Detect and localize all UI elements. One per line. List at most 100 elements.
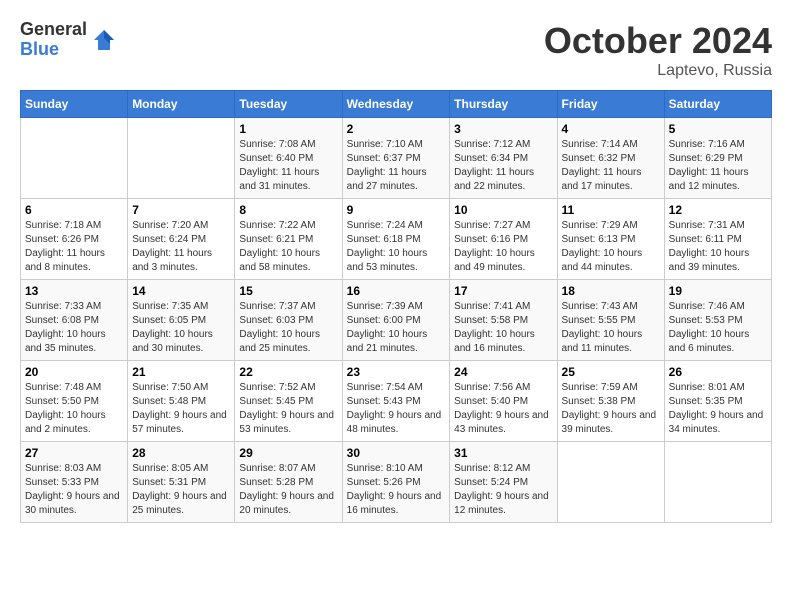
calendar-cell: 16 Sunrise: 7:39 AMSunset: 6:00 PMDayligh… (342, 280, 450, 361)
calendar-cell: 25 Sunrise: 7:59 AMSunset: 5:38 PMDayligh… (557, 361, 664, 442)
day-info: Sunrise: 7:37 AMSunset: 6:03 PMDaylight:… (239, 300, 337, 356)
day-number: 15 (239, 284, 337, 298)
day-number: 30 (347, 446, 446, 460)
calendar-week-row: 20Sunrise: 7:48 AMSunset: 5:50 PMDayligh… (21, 361, 772, 442)
day-info: Sunrise: 7:52 AMSunset: 5:45 PMDaylight:… (239, 381, 337, 437)
calendar-cell: 23 Sunrise: 7:54 AMSunset: 5:43 PMDayligh… (342, 361, 450, 442)
calendar-cell (557, 442, 664, 523)
calendar-week-row: 1Sunrise: 7:08 AMSunset: 6:40 PMDaylight… (21, 118, 772, 199)
logo-blue: Blue (20, 40, 87, 60)
day-number: 10 (454, 203, 552, 217)
title-block: October 2024 Laptevo, Russia (544, 20, 772, 80)
day-info: Sunrise: 7:27 AMSunset: 6:16 PMDaylight:… (454, 219, 552, 275)
day-number: 24 (454, 365, 552, 379)
day-number: 16 (347, 284, 446, 298)
day-info: Sunrise: 8:03 AMSunset: 5:33 PMDaylight:… (25, 462, 123, 518)
day-number: 9 (347, 203, 446, 217)
calendar-cell: 9 Sunrise: 7:24 AMSunset: 6:18 PMDaylight… (342, 199, 450, 280)
day-info: Sunrise: 8:05 AMSunset: 5:31 PMDaylight:… (132, 462, 230, 518)
month-title: October 2024 (544, 20, 772, 62)
calendar-cell: 18 Sunrise: 7:43 AMSunset: 5:55 PMDayligh… (557, 280, 664, 361)
day-info: Sunrise: 7:22 AMSunset: 6:21 PMDaylight:… (239, 219, 337, 275)
day-info: Sunrise: 7:46 AMSunset: 5:53 PMDaylight:… (669, 300, 767, 356)
calendar-cell: 10 Sunrise: 7:27 AMSunset: 6:16 PMDayligh… (450, 199, 557, 280)
calendar-cell: 15 Sunrise: 7:37 AMSunset: 6:03 PMDayligh… (235, 280, 342, 361)
day-info: Sunrise: 7:24 AMSunset: 6:18 PMDaylight:… (347, 219, 446, 275)
calendar-cell: 29Sunrise: 8:07 AMSunset: 5:28 PMDayligh… (235, 442, 342, 523)
day-number: 21 (132, 365, 230, 379)
day-number: 27 (25, 446, 123, 460)
day-of-week-header: Sunday (21, 91, 128, 118)
calendar-cell: 30Sunrise: 8:10 AMSunset: 5:26 PMDayligh… (342, 442, 450, 523)
calendar-cell: 13 Sunrise: 7:33 AMSunset: 6:08 PMDayligh… (21, 280, 128, 361)
day-number: 3 (454, 122, 552, 136)
calendar-cell: 3Sunrise: 7:12 AMSunset: 6:34 PMDaylight… (450, 118, 557, 199)
logo-icon (90, 26, 118, 54)
day-of-week-header: Wednesday (342, 91, 450, 118)
calendar-cell: 6 Sunrise: 7:18 AMSunset: 6:26 PMDaylight… (21, 199, 128, 280)
page-header: General Blue October 2024 Laptevo, Russi… (20, 20, 772, 80)
day-info: Sunrise: 7:43 AMSunset: 5:55 PMDaylight:… (562, 300, 660, 356)
day-number: 13 (25, 284, 123, 298)
day-number: 4 (562, 122, 660, 136)
day-info: Sunrise: 7:35 AMSunset: 6:05 PMDaylight:… (132, 300, 230, 356)
day-info: Sunrise: 7:59 AMSunset: 5:38 PMDaylight:… (562, 381, 660, 437)
logo-general: General (20, 20, 87, 40)
day-number: 26 (669, 365, 767, 379)
day-info: Sunrise: 7:20 AMSunset: 6:24 PMDaylight:… (132, 219, 230, 275)
calendar-cell: 8 Sunrise: 7:22 AMSunset: 6:21 PMDaylight… (235, 199, 342, 280)
day-number: 12 (669, 203, 767, 217)
day-info: Sunrise: 7:50 AMSunset: 5:48 PMDaylight:… (132, 381, 230, 437)
day-of-week-header: Thursday (450, 91, 557, 118)
day-info: Sunrise: 7:56 AMSunset: 5:40 PMDaylight:… (454, 381, 552, 437)
calendar-cell: 28 Sunrise: 8:05 AMSunset: 5:31 PMDayligh… (128, 442, 235, 523)
day-info: Sunrise: 7:33 AMSunset: 6:08 PMDaylight:… (25, 300, 123, 356)
day-number: 28 (132, 446, 230, 460)
calendar-header-row: SundayMondayTuesdayWednesdayThursdayFrid… (21, 91, 772, 118)
calendar-cell (664, 442, 771, 523)
day-info: Sunrise: 8:01 AMSunset: 5:35 PMDaylight:… (669, 381, 767, 437)
day-number: 22 (239, 365, 337, 379)
calendar-table: SundayMondayTuesdayWednesdayThursdayFrid… (20, 90, 772, 523)
logo: General Blue (20, 20, 118, 60)
calendar-cell: 27 Sunrise: 8:03 AMSunset: 5:33 PMDayligh… (21, 442, 128, 523)
calendar-week-row: 6 Sunrise: 7:18 AMSunset: 6:26 PMDaylight… (21, 199, 772, 280)
day-number: 18 (562, 284, 660, 298)
calendar-cell: 20Sunrise: 7:48 AMSunset: 5:50 PMDayligh… (21, 361, 128, 442)
calendar-cell: 24 Sunrise: 7:56 AMSunset: 5:40 PMDayligh… (450, 361, 557, 442)
day-number: 14 (132, 284, 230, 298)
calendar-cell: 1Sunrise: 7:08 AMSunset: 6:40 PMDaylight… (235, 118, 342, 199)
calendar-cell: 21 Sunrise: 7:50 AMSunset: 5:48 PMDayligh… (128, 361, 235, 442)
day-info: Sunrise: 7:41 AMSunset: 5:58 PMDaylight:… (454, 300, 552, 356)
day-info: Sunrise: 7:29 AMSunset: 6:13 PMDaylight:… (562, 219, 660, 275)
calendar-cell: 11 Sunrise: 7:29 AMSunset: 6:13 PMDayligh… (557, 199, 664, 280)
day-info: Sunrise: 7:31 AMSunset: 6:11 PMDaylight:… (669, 219, 767, 275)
day-of-week-header: Friday (557, 91, 664, 118)
calendar-cell: 14 Sunrise: 7:35 AMSunset: 6:05 PMDayligh… (128, 280, 235, 361)
day-info: Sunrise: 8:07 AMSunset: 5:28 PMDaylight:… (239, 462, 337, 518)
calendar-week-row: 13 Sunrise: 7:33 AMSunset: 6:08 PMDayligh… (21, 280, 772, 361)
location-title: Laptevo, Russia (544, 62, 772, 80)
day-number: 8 (239, 203, 337, 217)
day-number: 31 (454, 446, 552, 460)
day-info: Sunrise: 7:54 AMSunset: 5:43 PMDaylight:… (347, 381, 446, 437)
calendar-cell (128, 118, 235, 199)
calendar-cell: 5Sunrise: 7:16 AMSunset: 6:29 PMDaylight… (664, 118, 771, 199)
day-number: 1 (239, 122, 337, 136)
day-number: 5 (669, 122, 767, 136)
calendar-cell: 4Sunrise: 7:14 AMSunset: 6:32 PMDaylight… (557, 118, 664, 199)
day-number: 11 (562, 203, 660, 217)
day-number: 23 (347, 365, 446, 379)
day-of-week-header: Saturday (664, 91, 771, 118)
day-of-week-header: Tuesday (235, 91, 342, 118)
calendar-cell: 26 Sunrise: 8:01 AMSunset: 5:35 PMDayligh… (664, 361, 771, 442)
calendar-cell (21, 118, 128, 199)
calendar-cell: 31Sunrise: 8:12 AMSunset: 5:24 PMDayligh… (450, 442, 557, 523)
day-number: 6 (25, 203, 123, 217)
day-number: 17 (454, 284, 552, 298)
day-info: Sunrise: 7:48 AMSunset: 5:50 PMDaylight:… (25, 381, 123, 437)
calendar-cell: 7Sunrise: 7:20 AMSunset: 6:24 PMDaylight… (128, 199, 235, 280)
day-info: Sunrise: 7:39 AMSunset: 6:00 PMDaylight:… (347, 300, 446, 356)
day-info: Sunrise: 7:18 AMSunset: 6:26 PMDaylight:… (25, 219, 123, 275)
day-number: 25 (562, 365, 660, 379)
